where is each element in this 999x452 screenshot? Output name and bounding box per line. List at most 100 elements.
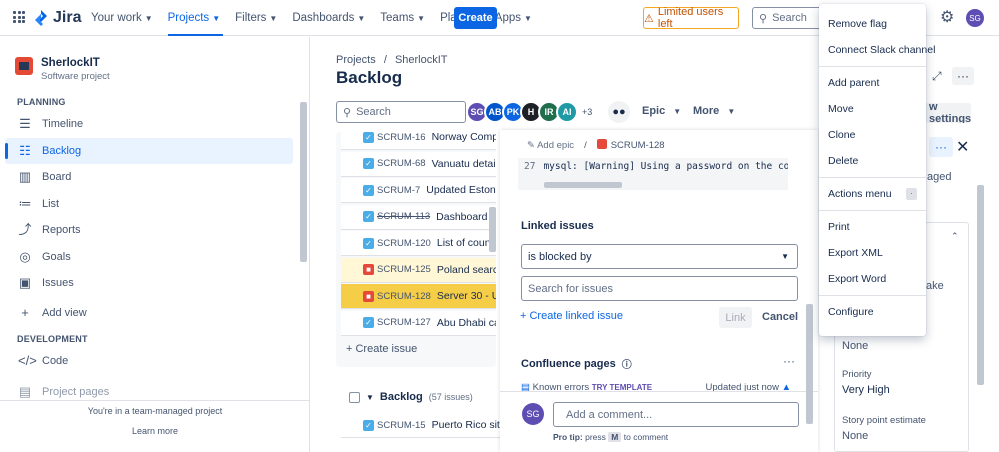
code-icon: </>	[18, 353, 37, 368]
issue-key[interactable]: SCRUM-68	[377, 158, 426, 169]
nav-apps[interactable]: Apps ▼	[495, 0, 539, 36]
backlog-search-input[interactable]: ⚲ Search	[336, 101, 466, 123]
issue-actions-icon[interactable]: ···	[929, 137, 953, 157]
close-icon[interactable]: ✕	[956, 137, 969, 157]
sidebar-item-project-pages[interactable]: ▤ Project pages	[5, 385, 293, 399]
jira-logo[interactable]: Jira	[34, 9, 81, 27]
table-row[interactable]: ✓SCRUM-120 List of countries	[341, 231, 496, 256]
issue-key[interactable]: SCRUM-15	[377, 420, 426, 431]
confluence-more-icon[interactable]: ···	[783, 354, 795, 368]
menu-item-print[interactable]: Print	[819, 214, 926, 240]
user-avatar[interactable]: SG	[966, 9, 984, 27]
create-button[interactable]: Create	[454, 7, 497, 29]
sidebar-item-board[interactable]: ▥ Board	[5, 164, 293, 190]
sidebar-item-code[interactable]: </> Code	[5, 348, 293, 374]
story-point-value[interactable]: None	[842, 430, 868, 442]
panel-scrollbar[interactable]	[806, 300, 814, 430]
comment-input[interactable]: Add a comment...	[553, 402, 799, 427]
sidebar-scrollbar[interactable]	[299, 92, 307, 389]
create-linked-issue-button[interactable]: + Create linked issue	[520, 310, 623, 322]
nav-filters[interactable]: Filters ▼	[235, 0, 284, 36]
project-header[interactable]: SherlockIT Software project	[15, 57, 110, 82]
code-scrollbar[interactable]	[544, 182, 622, 188]
menu-item-connect-slack-channel[interactable]: Connect Slack channel	[819, 37, 935, 63]
link-button[interactable]: Link	[719, 307, 752, 328]
add-epic-button[interactable]: ✎ Add epic	[527, 140, 574, 151]
info-icon[interactable]: ⓘ	[622, 356, 632, 371]
view-settings-button[interactable]: w settings	[925, 103, 971, 123]
sidebar-item-issues[interactable]: ▣ Issues	[5, 270, 293, 296]
priority-value[interactable]: Very High	[842, 384, 890, 396]
table-row[interactable]: ✓ SCRUM-15 Puerto Rico site fix	[341, 413, 516, 438]
settings-gear-icon[interactable]: ⚙	[940, 10, 954, 26]
menu-item-export-word[interactable]: Export Word	[819, 266, 926, 292]
issue-summary[interactable]: Dashboard scripts	[436, 211, 496, 223]
menu-item-move[interactable]: Move	[819, 96, 926, 122]
details-scrollbar[interactable]	[977, 185, 985, 452]
menu-item-add-parent[interactable]: Add parent	[819, 70, 926, 96]
field-value-none[interactable]: None	[842, 340, 868, 352]
issue-summary[interactable]: Vanuatu detail data	[432, 158, 496, 170]
menu-item-delete[interactable]: Delete	[819, 148, 926, 174]
table-row[interactable]: ✓SCRUM-7 Updated Estonia state	[341, 178, 496, 203]
issue-key[interactable]: SCRUM-125	[377, 264, 431, 275]
more-actions-icon[interactable]: ···	[952, 67, 974, 85]
table-row[interactable]: ✓SCRUM-68 Vanuatu detail data	[341, 151, 496, 177]
group-people-icon[interactable]: ●●	[608, 101, 630, 123]
issue-key[interactable]: SCRUM-7	[377, 185, 420, 196]
sprint-scrollbar[interactable]	[489, 132, 497, 282]
menu-item-clone[interactable]: Clone	[819, 122, 926, 148]
table-row[interactable]: ■SCRUM-125 Poland search data	[341, 257, 496, 283]
breadcrumb-project[interactable]: SherlockIT	[395, 54, 448, 66]
issue-summary[interactable]: Server 30 - UK data	[437, 290, 496, 302]
sidebar-item-list[interactable]: ≔ List	[5, 191, 293, 217]
backlog-checkbox[interactable]	[349, 391, 360, 403]
issue-summary[interactable]: Poland search data	[437, 264, 496, 276]
link-type-select[interactable]: is blocked by ▼	[521, 244, 798, 269]
nav-dashboards[interactable]: Dashboards ▼	[292, 0, 372, 36]
issue-key[interactable]: SCRUM-127	[377, 317, 431, 328]
assignee-avatar[interactable]: AI	[556, 101, 578, 123]
issue-key-link[interactable]: SCRUM-128	[596, 139, 665, 151]
menu-item-export-xml[interactable]: Export XML	[819, 240, 926, 266]
issue-summary[interactable]: Updated Estonia state	[426, 184, 496, 196]
issue-actions-menu: Remove flag Connect Slack channel Add pare…	[819, 4, 935, 336]
breadcrumb-projects[interactable]: Projects	[336, 54, 376, 66]
global-search-input[interactable]: ⚲ Search	[752, 7, 822, 29]
issue-key[interactable]: SCRUM-113	[377, 211, 430, 222]
nav-projects[interactable]: Projects ▼	[167, 0, 227, 36]
limited-users-button[interactable]: ⚠ Limited users left	[643, 6, 739, 30]
issue-summary[interactable]: Abu Dhabi capital	[437, 317, 496, 329]
more-filter-button[interactable]: More ▼	[693, 105, 735, 117]
issue-summary[interactable]: List of countries	[437, 237, 496, 249]
cancel-button[interactable]: Cancel	[762, 311, 798, 323]
app-switcher-icon[interactable]	[13, 11, 25, 23]
sidebar-item-goals[interactable]: ◎ Goals	[5, 244, 293, 270]
create-issue-button[interactable]: + Create issue	[346, 343, 417, 355]
issue-key[interactable]: SCRUM-120	[377, 238, 431, 249]
sidebar-item-reports[interactable]: ⤴ Reports	[5, 217, 293, 243]
table-row[interactable]: ✓SCRUM-113 Dashboard scripts	[341, 204, 496, 230]
table-row[interactable]: ■SCRUM-128 Server 30 - UK data	[341, 284, 496, 309]
menu-item-actions-menu[interactable]: Actions menu.	[819, 181, 926, 207]
sidebar-item-backlog[interactable]: ☷ Backlog	[5, 137, 293, 164]
chevron-down-icon[interactable]: ▼	[366, 393, 374, 402]
table-row[interactable]: ✓SCRUM-16 Norway Company	[341, 132, 496, 150]
table-row[interactable]: ✓SCRUM-127 Abu Dhabi capital	[341, 310, 496, 336]
search-issues-input[interactable]: Search for issues	[521, 276, 798, 301]
nav-teams[interactable]: Teams ▼	[380, 0, 432, 36]
issue-key[interactable]: SCRUM-16	[377, 132, 426, 143]
sidebar-item-add-view[interactable]: + Add view	[5, 300, 293, 326]
more-assignees[interactable]: +3	[582, 101, 592, 123]
limited-users-label: Limited users left	[657, 6, 724, 30]
epic-filter-button[interactable]: Epic ▼	[642, 105, 681, 117]
issue-summary[interactable]: Norway Company	[432, 132, 496, 143]
menu-item-remove-flag[interactable]: Remove flag	[819, 11, 926, 37]
chevron-up-icon[interactable]: ⌃	[951, 231, 959, 242]
menu-item-configure[interactable]: Configure	[819, 299, 926, 325]
expand-icon[interactable]: ⤢	[932, 69, 942, 84]
learn-more-link[interactable]: Learn more	[0, 426, 310, 436]
sidebar-item-timeline[interactable]: ☰ Timeline	[5, 111, 293, 137]
nav-your-work[interactable]: Your work ▼	[91, 0, 160, 36]
issue-key[interactable]: SCRUM-128	[377, 291, 431, 302]
